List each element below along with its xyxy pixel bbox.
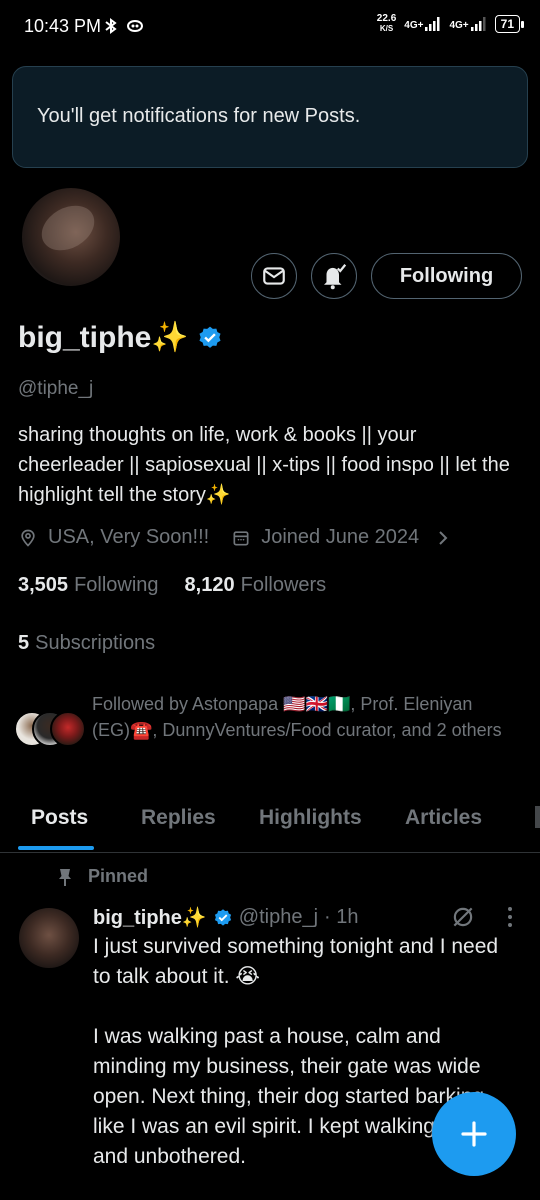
signal-bars-icon [425,17,440,31]
pin-icon [59,868,71,886]
following-count: 3,505 [18,574,69,596]
bluetooth-icon [105,18,117,34]
tab-replies[interactable]: Replies [141,806,216,830]
display-name: big_tiphe✨ [18,321,189,354]
tab-highlights[interactable]: Highlights [259,806,362,830]
subscriptions-count: 5 [18,632,30,654]
profile-bio: sharing thoughts on life, work & books |… [18,424,510,506]
status-time: 10:43 PM [24,16,102,36]
followers-count-link[interactable]: 8,120 Followers [185,574,327,597]
verified-badge-icon[interactable] [197,325,223,351]
location-item: USA, Very Soon!!! [18,526,209,549]
app-notification-icon [127,20,143,32]
network-type-1: 4G+ [404,20,424,31]
battery-indicator: 71 [494,15,525,33]
subscriptions-label: Subscriptions [35,632,156,654]
status-notification-icons [102,14,144,38]
speed-unit: K/S [379,24,394,33]
notifications-button[interactable] [311,253,357,299]
signal-2: 4G+ [449,17,486,31]
post-author-name[interactable]: big_tiphe✨ [93,905,207,930]
joined-item[interactable]: Joined June 2024 [231,526,451,549]
follow-counts: 3,505 Following 8,120 Followers [18,574,326,597]
following-button[interactable]: Following [371,253,522,299]
chevron-right-icon [439,530,448,545]
location-text: USA, Very Soon!!! [48,526,210,548]
profile-avatar[interactable] [19,185,123,289]
followers-label: Followers [240,574,327,596]
network-type-2: 4G+ [449,20,469,31]
pinned-indicator: Pinned [56,866,148,887]
pinned-label: Pinned [88,866,149,886]
post-author-handle[interactable]: @tiphe_j [239,906,318,929]
mutual-avatar [50,711,86,747]
post-more-button[interactable] [500,904,520,935]
active-tab-indicator [18,846,94,850]
plus-icon [461,1121,487,1147]
post-time: · 1h [324,906,359,928]
network-speed: 22.6 K/S [377,14,396,34]
tab-posts[interactable]: Posts [31,806,88,830]
mutual-followers-avatars[interactable] [14,709,86,749]
joined-text: Joined June 2024 [261,526,420,548]
followers-count: 8,120 [184,574,235,596]
following-label: Following [74,574,159,596]
status-right-cluster: 22.6 K/S 4G+ 4G+ 71 [377,14,525,34]
tab-more-clipped[interactable] [535,806,540,828]
signal-1: 4G+ [404,17,441,31]
post-header: big_tiphe✨ @tiphe_j · 1h [93,905,359,930]
subscriptions-link[interactable]: 5 Subscriptions [18,632,155,655]
post-author-avatar[interactable] [19,908,79,968]
grok-button[interactable] [450,904,476,935]
verified-badge-icon [214,908,231,926]
compose-button[interactable] [432,1092,516,1176]
envelope-icon [263,267,285,285]
profile-handle: @tiphe_j [18,378,94,399]
profile-tabs: Posts Replies Highlights Articles [0,796,540,853]
followed-by-text[interactable]: Followed by Astonpapa 🇺🇸🇬🇧🇳🇬, Prof. Elen… [92,691,522,743]
signal-bars-icon [470,17,486,31]
display-name-row: big_tiphe✨ [18,320,223,355]
grok-icon [453,907,473,927]
location-pin-icon [21,529,35,547]
profile-meta: USA, Very Soon!!! Joined June 2024 [18,526,473,549]
status-bar: 10:43 PM 22.6 K/S 4G+ 4G+ 71 [0,0,540,56]
bell-check-icon [324,264,347,290]
tab-articles[interactable]: Articles [405,806,482,830]
notification-toast: You'll get notifications for new Posts. [12,66,528,168]
more-vertical-icon [508,907,512,927]
following-count-link[interactable]: 3,505 Following [18,574,159,597]
message-button[interactable] [251,253,297,299]
calendar-icon [233,530,249,545]
toast-message: You'll get notifications for new Posts. [37,105,361,127]
speed-value: 22.6 [376,13,397,24]
